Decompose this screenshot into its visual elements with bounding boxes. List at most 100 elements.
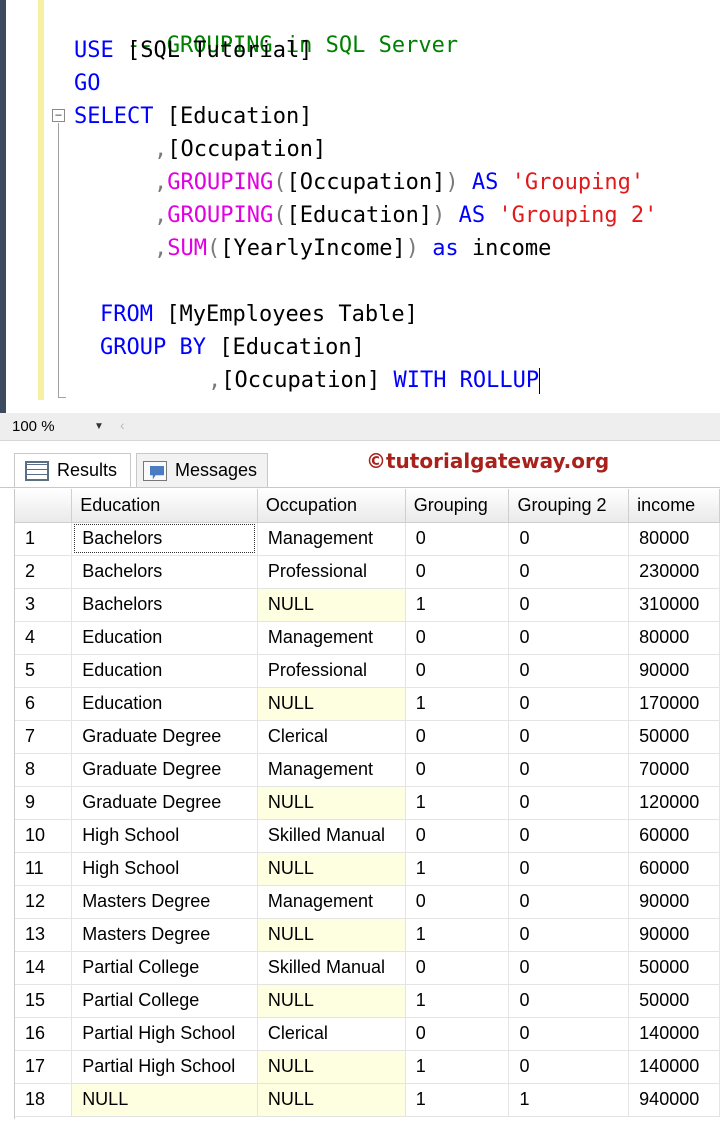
grouping-2-cell[interactable]: 0 [508,753,630,787]
education-cell[interactable]: NULL [71,1083,258,1117]
occupation-cell[interactable]: Management [257,522,406,556]
education-cell[interactable]: Education [71,621,258,655]
education-cell[interactable]: Graduate Degree [71,720,258,754]
grouping-2-cell[interactable]: 0 [508,1050,630,1084]
income-cell[interactable]: 170000 [628,687,720,721]
row-number-cell[interactable]: 18 [15,1083,73,1117]
grouping-2-cell[interactable]: 0 [508,687,630,721]
code-line-grouping-occupation[interactable]: ,GROUPING([Occupation]) AS 'Grouping' [154,169,644,197]
education-cell[interactable]: Masters Degree [71,918,258,952]
code-line-from[interactable]: FROM [MyEmployees Table] [100,301,418,329]
row-number-cell[interactable]: 7 [15,720,73,754]
table-row[interactable]: 2 Bachelors Professional 0 0 230000 [15,555,720,589]
sql-editor[interactable]: − -- GROUPING in SQL Server USE [SQL Tut… [0,0,720,413]
code-line-select[interactable]: SELECT [Education] [74,103,312,131]
code-line-use[interactable]: USE [SQL Tutorial] [74,37,312,65]
income-cell[interactable]: 90000 [628,918,720,952]
grouping-2-cell[interactable]: 0 [508,654,630,688]
grouping-cell[interactable]: 0 [405,522,510,556]
occupation-cell[interactable]: Management [257,753,406,787]
grouping-2-cell[interactable]: 0 [508,1017,630,1051]
education-cell[interactable]: High School [71,852,258,886]
row-number-cell[interactable]: 13 [15,918,73,952]
grouping-cell[interactable]: 0 [405,621,510,655]
occupation-cell[interactable]: Professional [257,555,406,589]
row-number-cell[interactable]: 10 [15,819,73,853]
row-number-cell[interactable]: 12 [15,885,73,919]
grouping-2-cell[interactable]: 0 [508,819,630,853]
column-header-income[interactable]: income [628,489,720,523]
table-row[interactable]: 17 Partial High School NULL 1 0 140000 [15,1050,720,1084]
education-cell[interactable]: Masters Degree [71,885,258,919]
row-number-cell[interactable]: 9 [15,786,73,820]
income-cell[interactable]: 310000 [628,588,720,622]
row-number-cell[interactable]: 16 [15,1017,73,1051]
row-number-cell[interactable]: 6 [15,687,73,721]
occupation-cell[interactable]: Skilled Manual [257,819,406,853]
grouping-2-cell[interactable]: 0 [508,852,630,886]
table-row[interactable]: 16 Partial High School Clerical 0 0 140000 [15,1017,720,1051]
results-grid[interactable]: Education Occupation Grouping Grouping 2… [14,489,720,1119]
education-cell[interactable]: Graduate Degree [71,786,258,820]
grouping-cell[interactable]: 1 [405,918,510,952]
grouping-2-cell[interactable]: 0 [508,555,630,589]
occupation-cell[interactable]: NULL [257,852,406,886]
row-number-cell[interactable]: 14 [15,951,73,985]
occupation-cell[interactable]: Skilled Manual [257,951,406,985]
grouping-cell[interactable]: 1 [405,1083,510,1117]
table-row[interactable]: 3 Bachelors NULL 1 0 310000 [15,588,720,622]
income-cell[interactable]: 120000 [628,786,720,820]
zoom-dropdown[interactable]: 100 % ▼ [8,417,112,437]
code-line-grouping-education[interactable]: ,GROUPING([Education]) AS 'Grouping 2' [154,202,657,230]
column-header-rownum[interactable] [15,489,73,523]
table-row[interactable]: 12 Masters Degree Management 0 0 90000 [15,885,720,919]
table-row[interactable]: 6 Education NULL 1 0 170000 [15,687,720,721]
grouping-2-cell[interactable]: 0 [508,588,630,622]
code-line-group-by[interactable]: GROUP BY [Education] [100,334,365,362]
grouping-cell[interactable]: 1 [405,687,510,721]
table-row[interactable]: 18 NULL NULL 1 1 940000 [15,1083,720,1117]
chevron-down-icon[interactable]: ▼ [94,421,104,432]
education-cell[interactable]: High School [71,819,258,853]
education-cell[interactable]: Partial College [71,984,258,1018]
occupation-cell[interactable]: NULL [257,588,406,622]
grouping-2-cell[interactable]: 0 [508,918,630,952]
education-cell[interactable]: Education [71,654,258,688]
income-cell[interactable]: 50000 [628,720,720,754]
grouping-2-cell[interactable]: 1 [508,1083,630,1117]
grouping-2-cell[interactable]: 0 [508,786,630,820]
income-cell[interactable]: 90000 [628,885,720,919]
grouping-cell[interactable]: 1 [405,588,510,622]
occupation-cell[interactable]: Management [257,621,406,655]
income-cell[interactable]: 90000 [628,654,720,688]
grouping-cell[interactable]: 0 [405,1017,510,1051]
table-row[interactable]: 10 High School Skilled Manual 0 0 60000 [15,819,720,853]
income-cell[interactable]: 80000 [628,621,720,655]
table-row[interactable]: 1 Bachelors Management 0 0 80000 [15,522,720,556]
code-line-sum[interactable]: ,SUM([YearlyIncome]) as income [154,235,551,263]
row-number-cell[interactable]: 11 [15,852,73,886]
table-row[interactable]: 11 High School NULL 1 0 60000 [15,852,720,886]
row-number-cell[interactable]: 17 [15,1050,73,1084]
occupation-cell[interactable]: Clerical [257,720,406,754]
occupation-cell[interactable]: NULL [257,984,406,1018]
grouping-cell[interactable]: 1 [405,984,510,1018]
income-cell[interactable]: 60000 [628,819,720,853]
grouping-2-cell[interactable]: 0 [508,621,630,655]
code-line-occupation[interactable]: ,[Occupation] [154,136,326,164]
row-number-cell[interactable]: 2 [15,555,73,589]
education-cell[interactable]: Bachelors [71,522,258,556]
code-line-go[interactable]: GO [74,70,101,98]
income-cell[interactable]: 80000 [628,522,720,556]
education-cell[interactable]: Partial College [71,951,258,985]
grouping-2-cell[interactable]: 0 [508,522,630,556]
table-row[interactable]: 15 Partial College NULL 1 0 50000 [15,984,720,1018]
income-cell[interactable]: 60000 [628,852,720,886]
occupation-cell[interactable]: Clerical [257,1017,406,1051]
table-row[interactable]: 7 Graduate Degree Clerical 0 0 50000 [15,720,720,754]
grouping-2-cell[interactable]: 0 [508,984,630,1018]
row-number-cell[interactable]: 8 [15,753,73,787]
collapse-region-icon[interactable]: − [52,109,65,122]
row-number-cell[interactable]: 1 [15,522,73,556]
grouping-cell[interactable]: 0 [405,720,510,754]
